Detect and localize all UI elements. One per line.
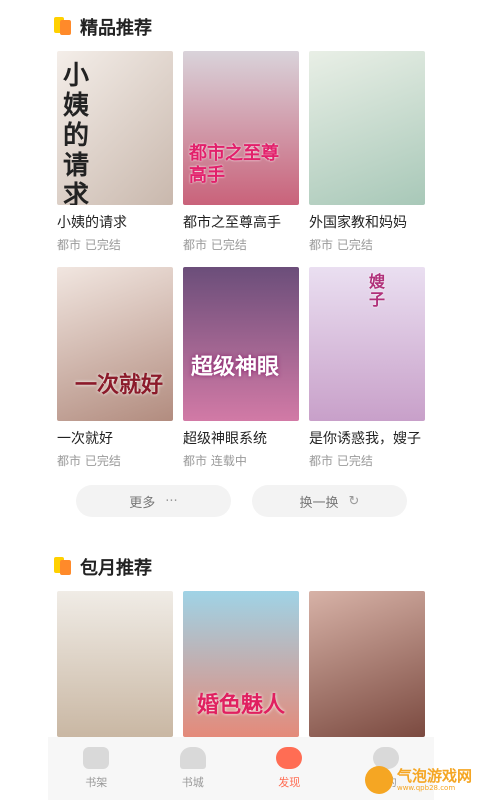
book-cover[interactable]: 婚色魅人: [183, 591, 299, 737]
tab-bookstore[interactable]: 书城: [145, 737, 242, 800]
cover-title-art: 超级神眼: [191, 355, 280, 380]
book-cover[interactable]: [309, 591, 425, 737]
more-button[interactable]: 更多 ···: [76, 485, 231, 517]
book-card[interactable]: 超级神眼 超级神眼系统 都市 连载中: [183, 267, 299, 469]
cover-title-art: 一次就好: [75, 373, 164, 398]
watermark-text: 气泡游戏网: [396, 766, 472, 785]
book-title: 是你诱惑我，嫂子: [309, 431, 421, 447]
featured-section-header: 精品推荐: [54, 14, 152, 40]
cover-title-art: 婚色魅人: [197, 693, 286, 718]
section-bookmark-icon: [54, 17, 72, 35]
book-card[interactable]: 一次就好 一次就好 都市 已完结: [57, 267, 173, 469]
more-dots-icon: ···: [165, 493, 178, 509]
tab-label: 书架: [85, 776, 108, 789]
book-meta: 都市 连载中: [183, 454, 247, 468]
book-meta: 都市 已完结: [309, 454, 373, 468]
refresh-button[interactable]: 换一换 ↻: [252, 485, 407, 517]
cover-title-art: 都市之至尊高手: [189, 143, 279, 186]
refresh-label: 换一换: [299, 495, 339, 511]
featured-book-grid: 小姨的请求 小姨的请求 都市 已完结 都市之至尊高手 都市之至尊高手 都市 已完…: [57, 51, 427, 469]
discover-icon: [276, 747, 303, 769]
book-cover[interactable]: 嫂子: [309, 267, 425, 421]
cover-title-art: 小姨的请求: [63, 61, 90, 205]
book-cover[interactable]: [57, 591, 173, 737]
book-cover[interactable]: 小姨的请求: [57, 51, 173, 205]
book-card[interactable]: 外国家教和妈妈 都市 已完结: [309, 51, 425, 253]
book-title: 外国家教和妈妈: [309, 215, 407, 231]
refresh-icon: ↻: [348, 493, 360, 509]
book-meta: 都市 已完结: [57, 238, 121, 252]
book-card[interactable]: 婚色魅人: [183, 591, 299, 737]
book-meta: 都市 已完结: [309, 238, 373, 252]
more-label: 更多: [129, 495, 156, 511]
book-card[interactable]: 都市之至尊高手 都市之至尊高手 都市 已完结: [183, 51, 299, 253]
book-cover[interactable]: [309, 51, 425, 205]
tab-bookshelf[interactable]: 书架: [48, 737, 145, 800]
monthly-book-grid: 婚色魅人: [57, 591, 427, 737]
tab-label: 书城: [181, 776, 204, 789]
book-card[interactable]: [57, 591, 173, 737]
book-cover[interactable]: 都市之至尊高手: [183, 51, 299, 205]
cover-title-art: 嫂子: [369, 272, 386, 309]
book-card[interactable]: [309, 591, 425, 737]
book-title: 一次就好: [57, 431, 113, 447]
monthly-section-title: 包月推荐: [80, 558, 152, 579]
featured-section-title: 精品推荐: [80, 18, 152, 39]
book-meta: 都市 已完结: [183, 238, 247, 252]
book-title: 都市之至尊高手: [183, 215, 281, 231]
tab-label: 发现: [278, 776, 301, 789]
watermark-url: www.qpb28.com: [396, 783, 456, 792]
book-title: 小姨的请求: [57, 215, 127, 231]
book-meta: 都市 已完结: [57, 454, 121, 468]
book-cover[interactable]: 一次就好: [57, 267, 173, 421]
book-card[interactable]: 嫂子 是你诱惑我，嫂子 都市 已完结: [309, 267, 425, 469]
section-bookmark-icon: [54, 557, 72, 575]
site-watermark: 气泡游戏网 www.qpb28.com: [364, 766, 472, 794]
watermark-logo-icon: [364, 766, 393, 794]
book-cover[interactable]: 超级神眼: [183, 267, 299, 421]
book-card[interactable]: 小姨的请求 小姨的请求 都市 已完结: [57, 51, 173, 253]
bookstore-icon: [179, 747, 206, 769]
monthly-section-header: 包月推荐: [54, 554, 152, 580]
bookshelf-icon: [83, 747, 110, 769]
tab-discover[interactable]: 发现: [241, 737, 338, 800]
book-title: 超级神眼系统: [183, 431, 267, 447]
